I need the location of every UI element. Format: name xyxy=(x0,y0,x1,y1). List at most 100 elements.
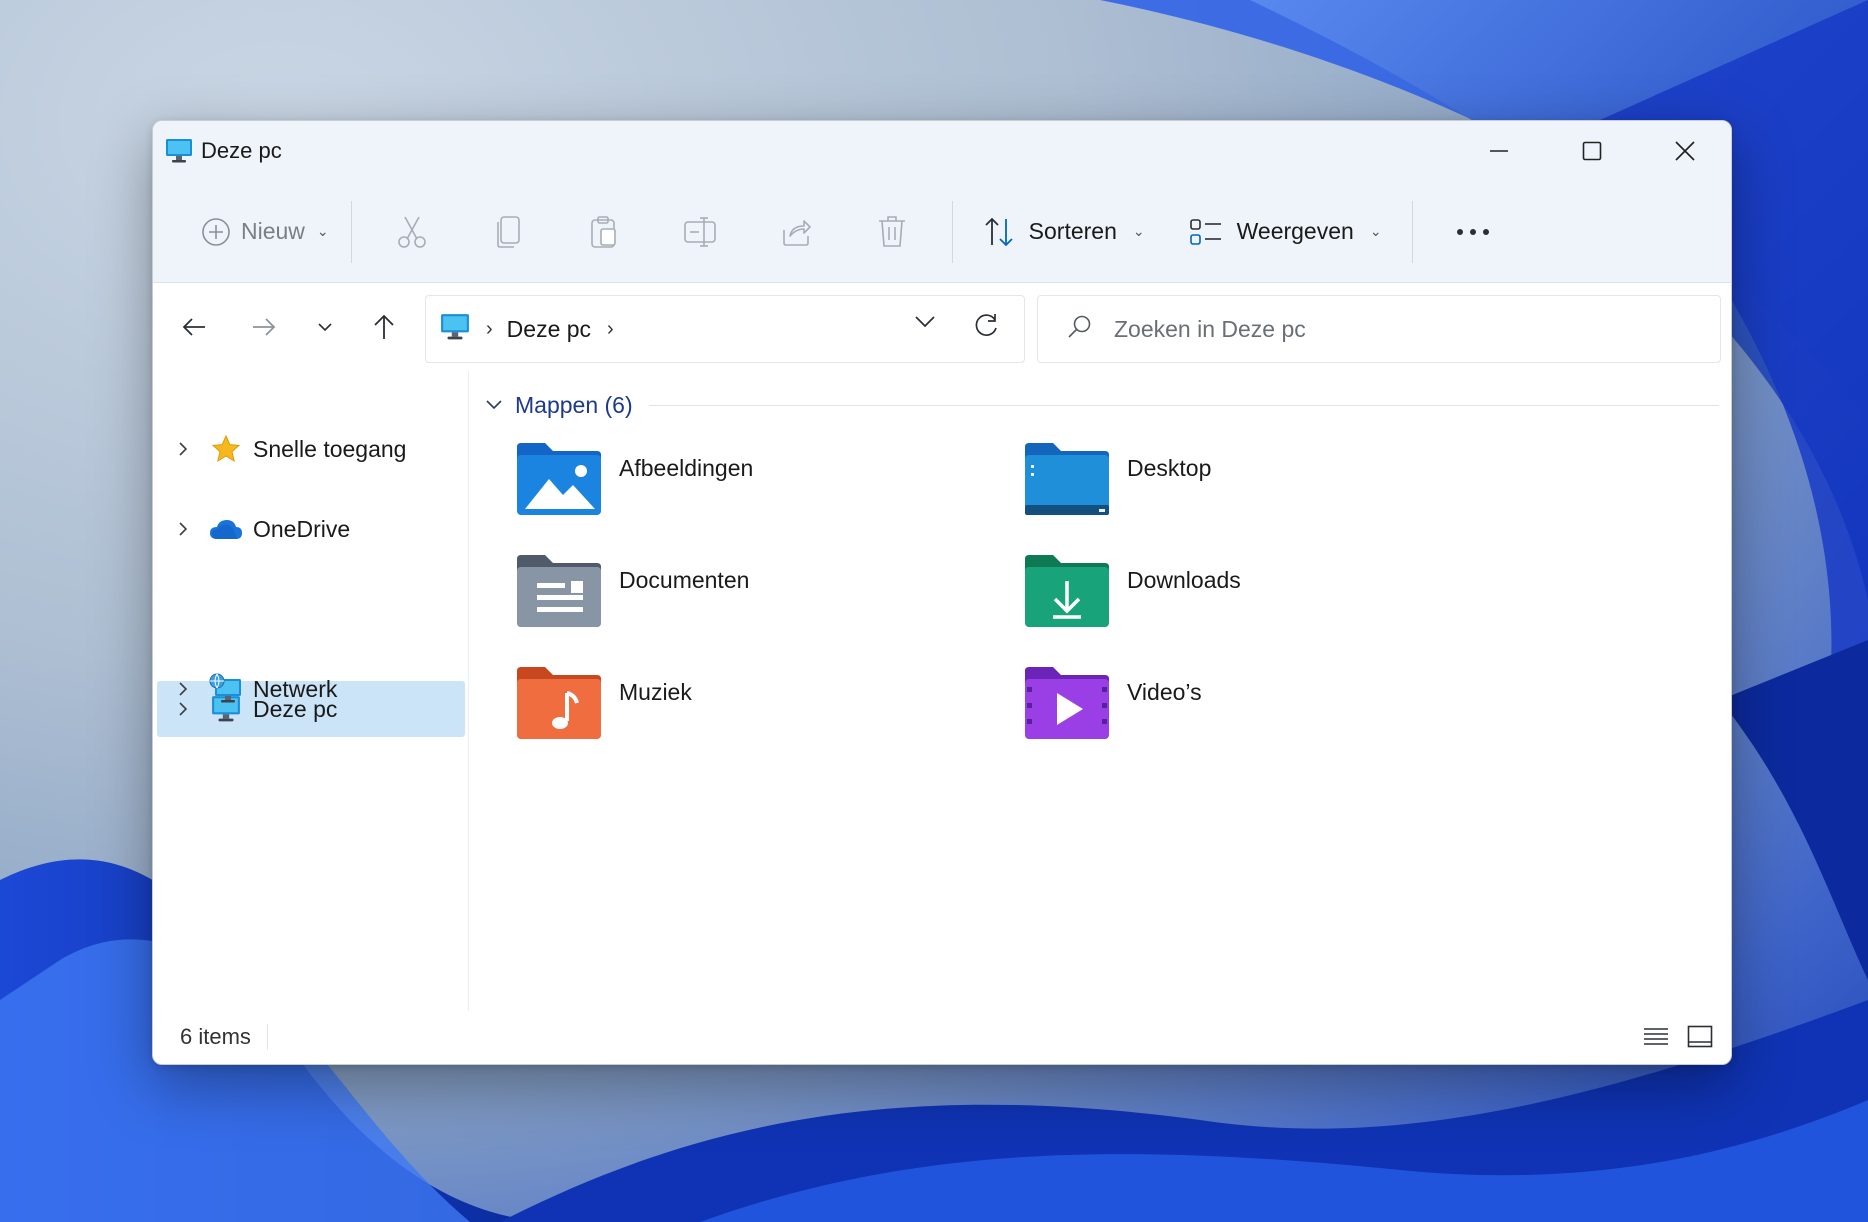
chevron-right-icon[interactable] xyxy=(163,681,203,697)
command-bar: Nieuw ⌄ Sorteren ⌄ Weergeven ⌄ xyxy=(153,181,1731,283)
refresh-icon xyxy=(975,314,997,336)
copy-button[interactable] xyxy=(460,208,556,256)
arrow-right-icon xyxy=(253,318,276,336)
toolbar-divider xyxy=(350,200,352,263)
refresh-button[interactable] xyxy=(972,312,1000,345)
close-icon xyxy=(1674,141,1695,161)
paste-icon xyxy=(590,215,616,248)
group-header-folders[interactable]: Mappen (6) xyxy=(485,385,1719,425)
share-icon xyxy=(782,219,811,246)
rename-icon xyxy=(683,216,716,247)
status-bar: 6 items xyxy=(153,1010,1731,1064)
folder-name: Downloads xyxy=(1127,567,1241,593)
chevron-down-icon xyxy=(915,316,935,328)
pc-icon xyxy=(440,313,470,346)
share-button[interactable] xyxy=(748,208,844,256)
toolbar-divider xyxy=(1411,200,1413,263)
paste-button[interactable] xyxy=(556,208,652,256)
copy-icon xyxy=(496,215,520,248)
item-count: 6 items xyxy=(180,1024,251,1049)
folder-name: Muziek xyxy=(619,679,692,705)
sidebar-item-label: Netwerk xyxy=(253,675,338,702)
folder-item[interactable]: Documenten xyxy=(515,553,995,649)
folder-name: Video’s xyxy=(1127,679,1202,705)
recent-locations-button[interactable] xyxy=(299,303,351,351)
more-icon xyxy=(1456,228,1489,235)
chevron-right-icon[interactable] xyxy=(163,441,203,457)
close-button[interactable] xyxy=(1638,121,1731,181)
pictures-folder-icon xyxy=(517,443,601,515)
title-bar: Deze pc xyxy=(153,121,1731,181)
chevron-right-icon[interactable] xyxy=(163,521,203,537)
folder-item[interactable]: Muziek xyxy=(515,665,995,761)
rename-button[interactable] xyxy=(652,208,748,256)
address-dropdown-button[interactable] xyxy=(914,314,936,333)
folder-item[interactable]: Desktop xyxy=(1023,441,1503,537)
add-icon xyxy=(202,217,230,246)
search-box[interactable] xyxy=(1037,295,1721,363)
videos-folder-icon xyxy=(1025,667,1109,739)
arrow-left-icon xyxy=(182,318,205,336)
search-icon xyxy=(1066,314,1092,345)
chevron-down-icon: ⌄ xyxy=(1132,223,1145,239)
view-label: Weergeven xyxy=(1236,218,1354,244)
view-button[interactable]: Weergeven ⌄ xyxy=(1171,208,1400,256)
chevron-right-icon[interactable]: › xyxy=(486,318,493,341)
folder-item[interactable]: Downloads xyxy=(1023,553,1503,649)
file-explorer-window: Deze pc Nieuw ⌄ Sorteren ⌄ Weergeven ⌄ ›… xyxy=(152,120,1732,1065)
cut-icon xyxy=(397,216,426,248)
forward-button[interactable] xyxy=(229,303,299,351)
tiles-view-button[interactable] xyxy=(1683,1020,1717,1054)
chevron-right-icon[interactable]: › xyxy=(607,318,614,341)
new-label: Nieuw xyxy=(241,218,305,244)
new-button[interactable]: Nieuw ⌄ xyxy=(191,208,339,256)
sidebar-item-onedrive[interactable]: OneDrive xyxy=(157,501,465,557)
folder-name: Documenten xyxy=(619,567,750,593)
sidebar-item-label: OneDrive xyxy=(253,515,351,542)
folder-item[interactable]: Video’s xyxy=(1023,665,1503,761)
pc-icon xyxy=(165,137,193,165)
documents-folder-icon xyxy=(517,555,601,627)
up-button[interactable] xyxy=(351,303,417,351)
navigation-pane: Snelle toegang OneDrive Deze pc Netwerk xyxy=(153,371,469,1011)
back-button[interactable] xyxy=(159,303,229,351)
arrow-up-icon xyxy=(374,314,394,339)
delete-icon xyxy=(878,215,905,247)
breadcrumb-item[interactable]: Deze pc xyxy=(507,316,591,343)
minimize-icon xyxy=(1489,150,1508,152)
navigation-bar: › Deze pc › xyxy=(153,283,1731,371)
window-title: Deze pc xyxy=(201,138,282,163)
minimize-button[interactable] xyxy=(1452,121,1545,181)
search-input[interactable] xyxy=(1114,315,1674,343)
sidebar-item-quick-access[interactable]: Snelle toegang xyxy=(157,421,465,477)
maximize-button[interactable] xyxy=(1545,121,1638,181)
chevron-down-icon xyxy=(486,400,502,410)
status-divider xyxy=(266,1024,268,1050)
desktop-folder-icon xyxy=(1025,443,1109,515)
toolbar-divider xyxy=(951,200,953,263)
folder-item[interactable]: Afbeeldingen xyxy=(515,441,995,537)
folder-name: Afbeeldingen xyxy=(619,455,754,481)
sort-label: Sorteren xyxy=(1028,218,1117,244)
cloud-icon xyxy=(207,517,245,541)
chevron-down-icon xyxy=(318,323,332,332)
tiles-view-icon xyxy=(1687,1025,1713,1048)
details-view-button[interactable] xyxy=(1639,1020,1673,1054)
folder-name: Desktop xyxy=(1127,455,1212,481)
group-label: Mappen (6) xyxy=(515,391,633,418)
network-icon xyxy=(207,673,245,705)
star-icon xyxy=(207,434,245,464)
view-icon xyxy=(1189,218,1221,245)
address-bar[interactable]: › Deze pc › xyxy=(425,295,1025,363)
sort-button[interactable]: Sorteren ⌄ xyxy=(965,208,1163,256)
more-button[interactable] xyxy=(1425,208,1521,256)
details-view-icon xyxy=(1644,1028,1668,1045)
chevron-down-icon: ⌄ xyxy=(1369,223,1382,239)
music-folder-icon xyxy=(517,667,601,739)
sort-icon xyxy=(985,217,1013,246)
delete-button[interactable] xyxy=(844,208,940,256)
file-list: Mappen (6) Afbeeldingen Desktop Document… xyxy=(471,371,1731,1011)
sidebar-item-network[interactable]: Netwerk xyxy=(157,661,465,717)
maximize-icon xyxy=(1582,141,1601,161)
cut-button[interactable] xyxy=(364,208,460,256)
